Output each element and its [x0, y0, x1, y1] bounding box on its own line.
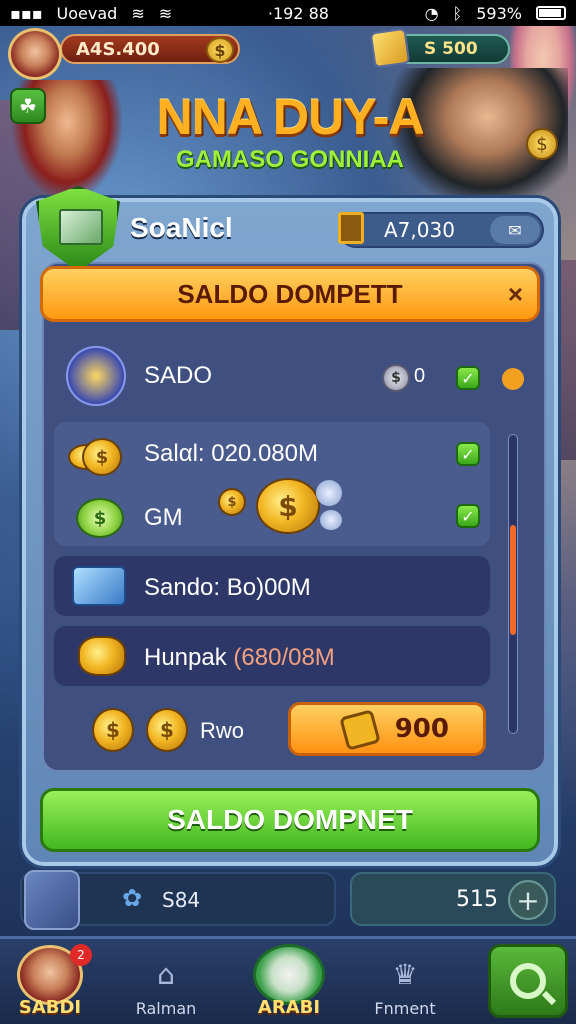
row-sado-label: SADO — [144, 362, 213, 389]
banknote-icon — [59, 209, 103, 245]
wifi-icon: ≋ — [131, 3, 145, 23]
confirm-wallet-button[interactable]: SALDO DOMPNET — [40, 788, 540, 852]
trophy-icon: ♛ — [392, 958, 418, 991]
panel-balance: A7,030 — [384, 218, 455, 242]
gold-bars-icon — [66, 346, 126, 406]
small-coin-icon: $ — [218, 488, 246, 516]
search-button[interactable] — [488, 944, 568, 1018]
notification-badge: 2 — [70, 944, 92, 966]
dollar-coin-icon: $ — [82, 438, 122, 476]
row-sado[interactable] — [66, 346, 126, 406]
close-icon[interactable]: × — [508, 279, 523, 310]
dollar-coin-icon: $ — [92, 708, 134, 752]
mail-icon[interactable]: ✉ — [490, 216, 540, 244]
coin-icon: $ — [206, 37, 234, 63]
buy-amount: 900 — [394, 714, 449, 744]
row-salal-label: Salαl: 020.080M — [144, 440, 318, 467]
green-coin-icon: $ — [76, 498, 124, 538]
mascot-avatar — [253, 944, 325, 1005]
coin-balance-bar[interactable]: A4S.400 $ — [60, 34, 240, 64]
card-icon — [338, 212, 364, 244]
building-icon: ⌂ — [157, 958, 175, 991]
treasure-box-icon — [72, 566, 126, 606]
alarm-icon: ◔ — [424, 3, 439, 23]
row-sado-value: 0 — [414, 365, 426, 387]
panel-title: SoaNicl — [130, 212, 233, 243]
signal-icon: ▪▪▪ — [10, 3, 43, 23]
bluetooth-icon: ᛒ — [452, 3, 463, 23]
check-icon: ✓ — [456, 504, 480, 528]
clock: ·192 88 — [267, 3, 329, 23]
nav-item-ralman[interactable]: ⌂ Ralman — [126, 944, 206, 1018]
add-button[interactable]: + — [508, 880, 548, 920]
nav-item-arabi[interactable]: ARABI — [246, 944, 332, 1018]
check-icon: ✓ — [456, 442, 480, 466]
status-bar: ▪▪▪ Uoevad ≋ ≋ ·192 88 ◔ ᛒ 593% — [0, 0, 576, 26]
gold-coin-icon: $ — [526, 128, 558, 160]
row-rwo-label: Rwo — [200, 718, 245, 743]
nav-item-fnment[interactable]: ♛ Fnment — [360, 944, 450, 1018]
buy-900-button[interactable]: 900 — [288, 702, 486, 756]
inventory-bar[interactable]: ✿ S84 — [20, 870, 336, 930]
silver-coin-icon: $ — [382, 364, 410, 392]
player-avatar[interactable] — [8, 28, 62, 80]
scrollbar-thumb[interactable] — [510, 525, 516, 635]
battery-icon — [536, 6, 566, 20]
counter-value: 515 — [456, 886, 498, 912]
scrollbar[interactable] — [508, 434, 518, 734]
nav-label: Fnment — [374, 999, 436, 1018]
carrier-label: Uoevad — [56, 3, 118, 23]
clover-icon[interactable]: ☘ — [10, 88, 46, 124]
counter-bar: 515 + — [350, 872, 556, 926]
wifi-icon-2: ≋ — [158, 3, 173, 23]
game-title: NNA DUY-A — [156, 89, 425, 145]
search-icon — [510, 963, 546, 999]
dollar-coin-icon: $ — [146, 708, 188, 752]
flower-icon: ✿ — [122, 884, 143, 912]
row-hunpak-label: Hunpak (680/08M — [144, 644, 335, 671]
silver-coin-icon — [320, 510, 342, 530]
wallet-header-label: SALDO DOMPETT — [177, 278, 403, 309]
ticket-icon — [339, 709, 381, 751]
big-dollar-coin-icon: $ — [256, 478, 320, 534]
row-gm-label: GM — [144, 504, 183, 531]
battery-percent: 593% — [476, 3, 522, 23]
gem-balance: S 500 — [424, 39, 478, 59]
nav-item-profile[interactable]: 2 SABDI — [8, 944, 92, 1018]
coin-stack-icon — [78, 636, 126, 676]
nav-label: SABDI — [18, 997, 82, 1018]
panel-balance-bar: A7,030 ✉ — [338, 212, 544, 248]
nav-label: ARABI — [257, 997, 321, 1018]
wallet-header-banner: SALDO DOMPETT × — [40, 266, 540, 322]
cash-stack-icon — [369, 27, 411, 69]
check-icon: ✓ — [456, 366, 480, 390]
silver-coin-icon — [316, 480, 342, 506]
nav-label: Ralman — [135, 999, 197, 1018]
inventory-label: S84 — [162, 888, 201, 912]
game-subtitle: GAMASO GONNIAA — [176, 146, 404, 173]
status-dot — [502, 368, 524, 390]
money-bag-icon — [24, 870, 80, 930]
coin-balance: A4S.400 — [76, 38, 160, 60]
row-sando-label: Sando: Bo)00M — [144, 574, 311, 601]
